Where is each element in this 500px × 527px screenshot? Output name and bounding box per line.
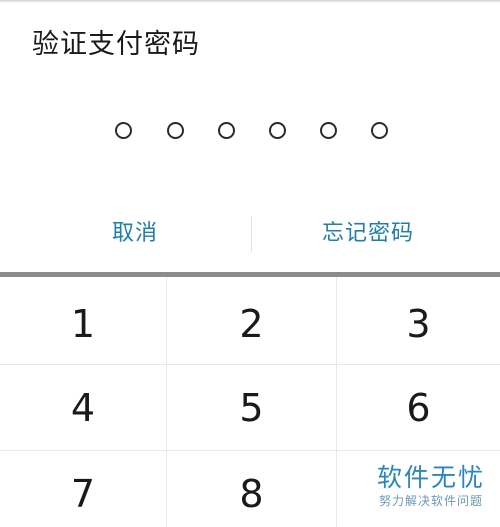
pin-dot-empty-icon <box>371 122 388 139</box>
payment-password-screen: 验证支付密码 取消 忘记密码 1 2 3 4 5 6 7 8 软件无忧 努力解决… <box>0 0 500 527</box>
key-1[interactable]: 1 <box>0 277 167 365</box>
action-divider <box>251 216 252 252</box>
dialog-title: 验证支付密码 <box>32 29 200 60</box>
key-8[interactable]: 8 <box>167 451 337 527</box>
key-3[interactable]: 3 <box>337 277 500 365</box>
pin-dot-empty-icon <box>218 122 235 139</box>
key-5[interactable]: 5 <box>167 365 337 451</box>
key-2[interactable]: 2 <box>167 277 337 365</box>
pin-dot-empty-icon <box>167 122 184 139</box>
forgot-password-button[interactable]: 忘记密码 <box>270 208 466 260</box>
pin-input[interactable] <box>0 118 500 144</box>
watermark-logo: 软件无忧 努力解决软件问题 <box>367 463 497 527</box>
pin-dot-empty-icon <box>269 122 286 139</box>
pin-dot-empty-icon <box>115 122 132 139</box>
watermark-subtitle: 努力解决软件问题 <box>379 494 484 508</box>
cancel-button[interactable]: 取消 <box>40 208 230 260</box>
watermark-title: 软件无忧 <box>377 463 486 492</box>
key-6[interactable]: 6 <box>337 365 500 451</box>
dialog-actions: 取消 忘记密码 <box>0 208 500 260</box>
key-4[interactable]: 4 <box>0 365 167 451</box>
status-shadow <box>0 0 500 3</box>
pin-dot-empty-icon <box>320 122 337 139</box>
key-7[interactable]: 7 <box>0 451 167 527</box>
